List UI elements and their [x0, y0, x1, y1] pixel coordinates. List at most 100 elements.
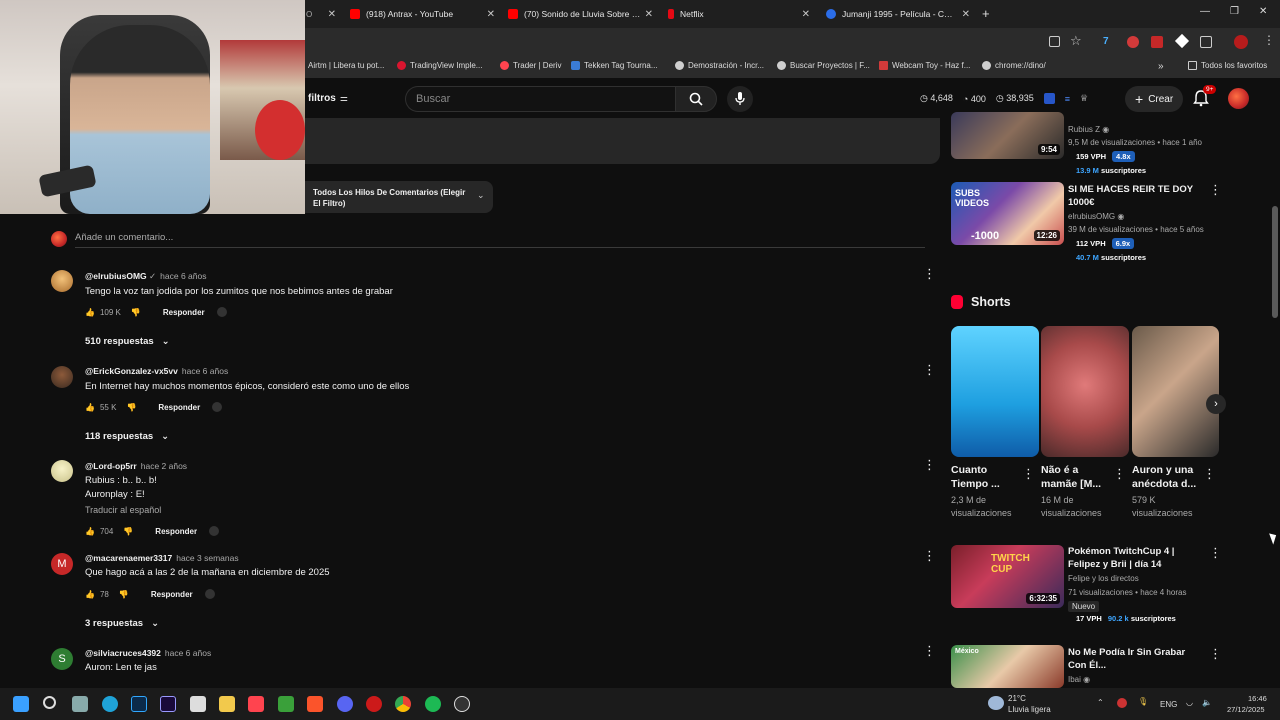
dislike-icon[interactable]: 👎: [119, 590, 129, 599]
language-indicator[interactable]: ENG: [1160, 700, 1177, 709]
reply-button[interactable]: Responder: [155, 527, 197, 536]
extension-blue-icon[interactable]: [1043, 93, 1055, 104]
comment-sort-dropdown[interactable]: Todos Los Hilos De Comentarios (Elegir E…: [305, 181, 493, 213]
short-title[interactable]: Cuanto Tiempo ...: [951, 463, 1017, 491]
tab-jumanji[interactable]: Jumanji 1995 - Película - Cueva ✕: [826, 4, 970, 24]
short-menu-icon[interactable]: ⋮: [1203, 466, 1216, 482]
video-title[interactable]: No Me Podía Ir Sin Grabar Con Él...: [1068, 646, 1203, 672]
tray-app-icon[interactable]: [1117, 698, 1127, 708]
video-thumbnail[interactable]: SUBS VIDEOS -1000 12:26: [951, 182, 1064, 245]
weather-temp[interactable]: 21°C: [1008, 694, 1026, 703]
bookmark-demostracion[interactable]: Demostración - Incr...: [675, 61, 764, 70]
comment-avatar[interactable]: M: [51, 553, 73, 575]
install-icon[interactable]: [1049, 36, 1060, 47]
like-icon[interactable]: 👍: [85, 308, 95, 317]
reply-button[interactable]: Responder: [163, 308, 205, 317]
view-replies-button[interactable]: 510 respuestas ⌄: [85, 336, 170, 347]
opera-icon[interactable]: [366, 696, 382, 712]
shorts-next-button[interactable]: ›: [1206, 394, 1226, 414]
reply-button[interactable]: Responder: [151, 590, 193, 599]
reply-button[interactable]: Responder: [158, 403, 200, 412]
comment-menu-icon[interactable]: ⋮: [923, 643, 936, 659]
comment-avatar[interactable]: [51, 460, 73, 482]
account-avatar[interactable]: [1228, 88, 1249, 109]
extension-icon-tradingview[interactable]: 7: [1103, 36, 1115, 48]
close-icon[interactable]: ✕: [645, 9, 653, 20]
video-menu-icon[interactable]: ⋮: [1209, 646, 1222, 662]
bookmark-deriv[interactable]: Trader | Deriv: [500, 61, 561, 70]
video-channel[interactable]: Ibai ◉: [1068, 675, 1090, 684]
tray-overflow-chevron-icon[interactable]: ⌃: [1097, 698, 1104, 707]
close-icon[interactable]: ✕: [802, 9, 810, 20]
tab-youtube-lluvia[interactable]: (70) Sonido de Lluvia Sobre el T ✕: [508, 4, 653, 24]
weather-icon[interactable]: [988, 696, 1004, 710]
edge-icon[interactable]: [102, 696, 118, 712]
maximize-button[interactable]: ❐: [1230, 6, 1239, 17]
scrollbar-thumb[interactable]: [1272, 206, 1278, 318]
voice-search-button[interactable]: [727, 86, 753, 112]
video-channel[interactable]: Rubius Z ◉: [1068, 125, 1109, 134]
tab-youtube-antrax[interactable]: (918) Antrax - YouTube ✕: [350, 4, 495, 24]
short-title[interactable]: Não é a mamãe [M...: [1041, 463, 1107, 491]
profile-avatar-icon[interactable]: [1234, 35, 1248, 49]
wifi-icon[interactable]: ◡: [1186, 698, 1193, 707]
page-scrollbar[interactable]: [1270, 82, 1280, 688]
premiere-icon[interactable]: [160, 696, 176, 712]
clock-time[interactable]: 16:46: [1248, 694, 1267, 703]
view-replies-button[interactable]: 3 respuestas ⌄: [85, 618, 159, 629]
comment-menu-icon[interactable]: ⋮: [923, 457, 936, 473]
filters-button[interactable]: filtros ⚌: [308, 93, 348, 104]
short-title[interactable]: Auron y una anécdota d...: [1132, 463, 1204, 491]
tray-mic-icon[interactable]: 🎙: [1138, 697, 1148, 706]
browser-menu-icon[interactable]: ⋮: [1263, 33, 1275, 47]
brave-icon[interactable]: [307, 696, 323, 712]
short-menu-icon[interactable]: ⋮: [1022, 466, 1035, 482]
like-icon[interactable]: 👍: [85, 403, 95, 412]
comment-avatar[interactable]: [51, 366, 73, 388]
comment-menu-icon[interactable]: ⋮: [923, 362, 936, 378]
bookmark-dino[interactable]: chrome://dino/: [982, 61, 1046, 70]
comment-avatar[interactable]: S: [51, 648, 73, 670]
windows-start-icon[interactable]: [13, 696, 29, 712]
comment-author[interactable]: @ErickGonzalez-vx5vv hace 6 años: [85, 366, 228, 376]
short-thumbnail[interactable]: [1041, 326, 1129, 457]
obs-icon[interactable]: [454, 696, 470, 712]
comment-avatar[interactable]: [51, 270, 73, 292]
video-channel[interactable]: elrubiusOMG ◉: [1068, 212, 1124, 221]
bookmark-airtm[interactable]: Airtm | Libera tu pot...: [308, 61, 384, 70]
discord-icon[interactable]: [337, 696, 353, 712]
short-menu-icon[interactable]: ⋮: [1113, 466, 1126, 482]
task-view-icon[interactable]: [72, 696, 88, 712]
bookmark-star-icon[interactable]: ☆: [1070, 33, 1082, 49]
comment-author[interactable]: @macarenaemer3317 hace 3 semanas: [85, 553, 239, 563]
bookmarks-overflow-chevron-icon[interactable]: »: [1158, 61, 1164, 72]
video-menu-icon[interactable]: ⋮: [1209, 182, 1222, 198]
video-thumbnail[interactable]: 9:54: [951, 112, 1064, 159]
close-icon[interactable]: ✕: [962, 9, 970, 20]
close-window-button[interactable]: ✕: [1259, 6, 1267, 17]
video-channel[interactable]: Felipe y los directos: [1068, 574, 1139, 583]
comment-author[interactable]: @elrubiusOMG ✓ hace 6 años: [85, 271, 206, 282]
dislike-icon[interactable]: 👎: [123, 527, 133, 536]
short-thumbnail[interactable]: [1132, 326, 1219, 457]
video-menu-icon[interactable]: ⋮: [1209, 545, 1222, 561]
comment-menu-icon[interactable]: ⋮: [923, 266, 936, 282]
all-bookmarks-folder[interactable]: Todos los favoritos: [1188, 61, 1267, 70]
bookmark-tekken[interactable]: Tekken Tag Tourna...: [571, 61, 658, 70]
video-title[interactable]: SI ME HACES REIR TE DOY 1000€: [1068, 183, 1198, 209]
search-input[interactable]: Buscar: [405, 86, 675, 112]
bookmark-webcam-toy[interactable]: Webcam Toy - Haz f...: [879, 61, 970, 70]
extensions-puzzle-icon[interactable]: [1200, 36, 1212, 48]
trophy-icon[interactable]: ♕: [1080, 93, 1088, 104]
bookmark-tradingview[interactable]: TradingView Imple...: [397, 61, 482, 70]
add-comment-input[interactable]: Añade un comentario...: [75, 232, 925, 248]
like-icon[interactable]: 👍: [85, 590, 95, 599]
bookmark-buscar-proyectos[interactable]: Buscar Proyectos | F...: [777, 61, 870, 70]
clock-date[interactable]: 27/12/2025: [1227, 705, 1265, 714]
calculator-icon[interactable]: [190, 696, 206, 712]
view-replies-button[interactable]: 118 respuestas ⌄: [85, 431, 169, 442]
comment-author[interactable]: @silviacruces4392 hace 6 años: [85, 648, 211, 658]
new-tab-button[interactable]: +: [982, 6, 990, 21]
extension-icon-counter[interactable]: [1151, 36, 1163, 48]
comment-menu-icon[interactable]: ⋮: [923, 548, 936, 564]
